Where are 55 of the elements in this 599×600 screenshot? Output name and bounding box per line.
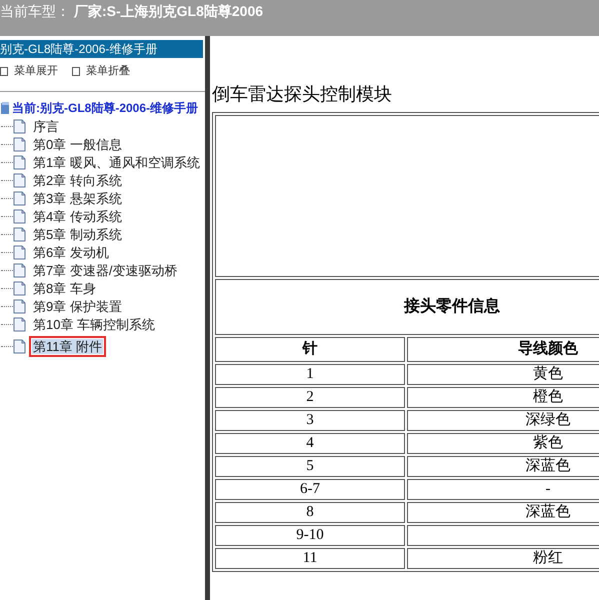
table-cell: 3: [215, 410, 405, 430]
book-icon: [0, 101, 10, 115]
table-cell: 5: [215, 456, 405, 476]
table-cell: 深蓝色: [407, 502, 599, 522]
tree-item[interactable]: 第1章 暖风、通风和空调系统: [32, 154, 201, 170]
table-cell: 4: [215, 432, 405, 454]
table-cell: 深绿色: [407, 410, 599, 430]
page-icon: [13, 226, 26, 242]
page-icon: [13, 338, 26, 354]
tree-item[interactable]: 第6章 发动机: [32, 244, 110, 260]
page-icon: [13, 316, 26, 332]
table-cell: -: [407, 478, 599, 500]
page-title: 倒车雷达探头控制模块: [212, 83, 393, 106]
tree-item[interactable]: 第5章 制动系统: [32, 226, 123, 242]
tree-item[interactable]: 第8章 车身: [32, 280, 97, 296]
table-cell: 深蓝色: [407, 456, 599, 476]
tree-item[interactable]: 第2章 转向系统: [32, 172, 123, 188]
table-cell: 紫色: [407, 432, 599, 454]
tree-item[interactable]: 第0章 一般信息: [32, 136, 123, 152]
tree-item[interactable]: 序言: [32, 118, 60, 134]
table-cell: 6-7: [215, 478, 405, 500]
tree-item[interactable]: 第4章 传动系统: [32, 208, 123, 224]
table-cell: 11: [215, 548, 405, 568]
menu-button[interactable]: 菜单折叠: [72, 62, 130, 80]
table-caption: 接头零件信息: [215, 279, 599, 335]
page-icon: [13, 136, 26, 152]
car-model-value: 厂家:S-上海别克GL8陆尊2006: [74, 2, 264, 21]
table-cell: 1: [215, 364, 405, 384]
tree-root[interactable]: 当前:别克-GL8陆尊-2006-维修手册: [12, 99, 198, 117]
menu-button[interactable]: 菜单展开: [0, 62, 58, 80]
page-icon: [13, 190, 26, 206]
tree-item[interactable]: 第3章 悬架系统: [32, 190, 123, 206]
page-icon: [13, 280, 26, 296]
tree-item[interactable]: 第9章 保护装置: [32, 298, 123, 314]
car-model-label: 当前车型：: [0, 2, 70, 21]
table-cell: 橙色: [407, 386, 599, 408]
page-icon: [13, 154, 26, 170]
page-icon: [13, 118, 26, 134]
page-icon: [13, 244, 26, 260]
table-cell: 黄色: [407, 364, 599, 384]
sidebar-title: 别克-GL8陆尊-2006-维修手册: [0, 40, 203, 58]
list-icon: [72, 66, 80, 76]
column-header: 导线颜色: [407, 337, 599, 362]
page-icon: [13, 262, 26, 278]
tree-item[interactable]: 第11章 附件: [32, 338, 104, 354]
column-header: 针: [215, 337, 405, 362]
page-icon: [13, 208, 26, 224]
table-cell: 2: [215, 386, 405, 408]
tree-item[interactable]: 第10章 车辆控制系统: [32, 316, 156, 332]
table-cell: 8: [215, 502, 405, 522]
table-cell: 9-10: [215, 524, 405, 546]
table-cell: 粉红: [407, 548, 599, 568]
page-icon: [13, 298, 26, 314]
page-icon: [13, 172, 26, 188]
tree-item[interactable]: 第7章 变速器/变速驱动桥: [32, 262, 178, 278]
